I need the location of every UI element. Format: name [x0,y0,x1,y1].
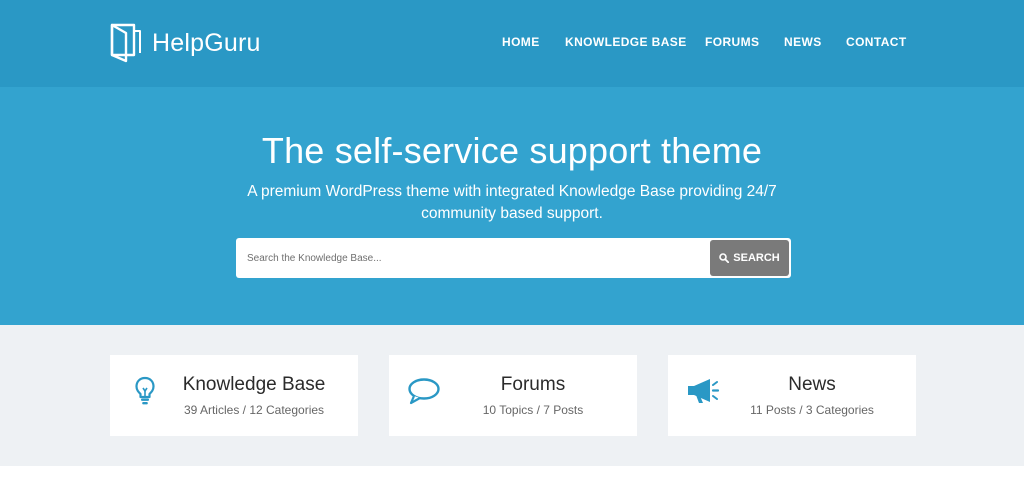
search-button-label: SEARCH [733,252,780,264]
hero-title: The self-service support theme [261,130,763,171]
nav-item-news[interactable]: NEWS [784,35,822,49]
search-button[interactable]: SEARCH [710,240,789,276]
category-cards: Knowledge Base 39 Articles / 12 Categori… [0,325,1024,466]
card-forums[interactable]: Forums 10 Topics / 7 Posts [389,355,637,436]
nav-item-knowledge-base[interactable]: KNOWLEDGE BASE [565,35,687,49]
card-meta: 11 Posts / 3 Categories [750,403,874,417]
search-input[interactable] [236,238,710,278]
card-meta: 10 Topics / 7 Posts [482,403,584,417]
card-title: Knowledge Base [182,374,326,395]
nav-item-forums[interactable]: FORUMS [705,35,759,49]
hero-section: The self-service support theme A premium… [0,87,1024,325]
card-title: News [788,374,836,395]
card-news[interactable]: News 11 Posts / 3 Categories [668,355,916,436]
main-nav: HOME KNOWLEDGE BASE FORUMS NEWS CONTACT [0,35,1024,51]
hero-subtitle: A premium WordPress theme with integrate… [247,183,777,222]
card-knowledge-base[interactable]: Knowledge Base 39 Articles / 12 Categori… [110,355,358,436]
nav-item-home[interactable]: HOME [502,35,540,49]
card-meta: 39 Articles / 12 Categories [183,403,325,417]
card-title: Forums [500,374,566,395]
search-form: SEARCH [236,238,791,278]
search-icon [719,253,730,263]
nav-item-contact[interactable]: CONTACT [846,35,907,49]
site-header: HelpGuru HOME KNOWLEDGE BASE FORUMS NEWS… [0,0,1024,87]
